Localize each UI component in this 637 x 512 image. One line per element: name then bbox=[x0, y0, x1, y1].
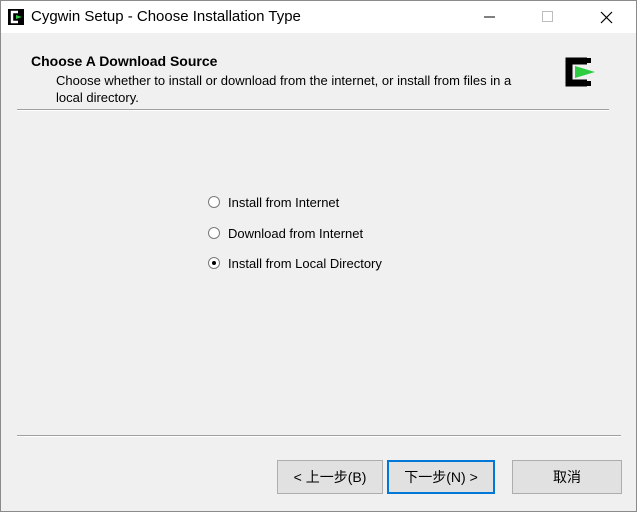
footer-separator bbox=[17, 435, 621, 437]
close-icon bbox=[600, 11, 612, 23]
radio-install-from-internet[interactable]: Install from Internet bbox=[208, 192, 339, 212]
page-title: Choose A Download Source bbox=[31, 53, 218, 69]
radio-label: Install from Internet bbox=[228, 194, 340, 210]
next-button[interactable]: 下一步(N) > bbox=[387, 460, 495, 494]
radio-button[interactable] bbox=[208, 196, 220, 208]
cancel-button[interactable]: 取消 bbox=[512, 460, 622, 494]
cygwin-app-icon bbox=[8, 9, 24, 25]
radio-label: Download from Internet bbox=[228, 225, 364, 241]
maximize-button[interactable] bbox=[525, 1, 571, 33]
title-bar[interactable]: Cygwin Setup - Choose Installation Type bbox=[1, 1, 636, 33]
setup-window: Cygwin Setup - Choose Installation Type … bbox=[0, 0, 637, 512]
minimize-icon bbox=[484, 16, 495, 18]
window-title: Cygwin Setup - Choose Installation Type bbox=[31, 8, 301, 25]
radio-button[interactable] bbox=[208, 227, 220, 239]
back-button[interactable]: < 上一步(B) bbox=[277, 460, 383, 494]
close-button[interactable] bbox=[583, 1, 629, 33]
maximize-icon bbox=[542, 11, 553, 22]
radio-download-from-internet[interactable]: Download from Internet bbox=[208, 223, 363, 243]
radio-install-from-local-directory[interactable]: Install from Local Directory bbox=[208, 253, 382, 273]
header-separator bbox=[17, 109, 609, 111]
radio-button-checked[interactable] bbox=[208, 257, 220, 269]
page-description: Choose whether to install or download fr… bbox=[56, 73, 512, 105]
radio-label: Install from Local Directory bbox=[228, 255, 382, 271]
cygwin-logo-icon bbox=[565, 57, 595, 87]
minimize-button[interactable] bbox=[467, 1, 513, 33]
